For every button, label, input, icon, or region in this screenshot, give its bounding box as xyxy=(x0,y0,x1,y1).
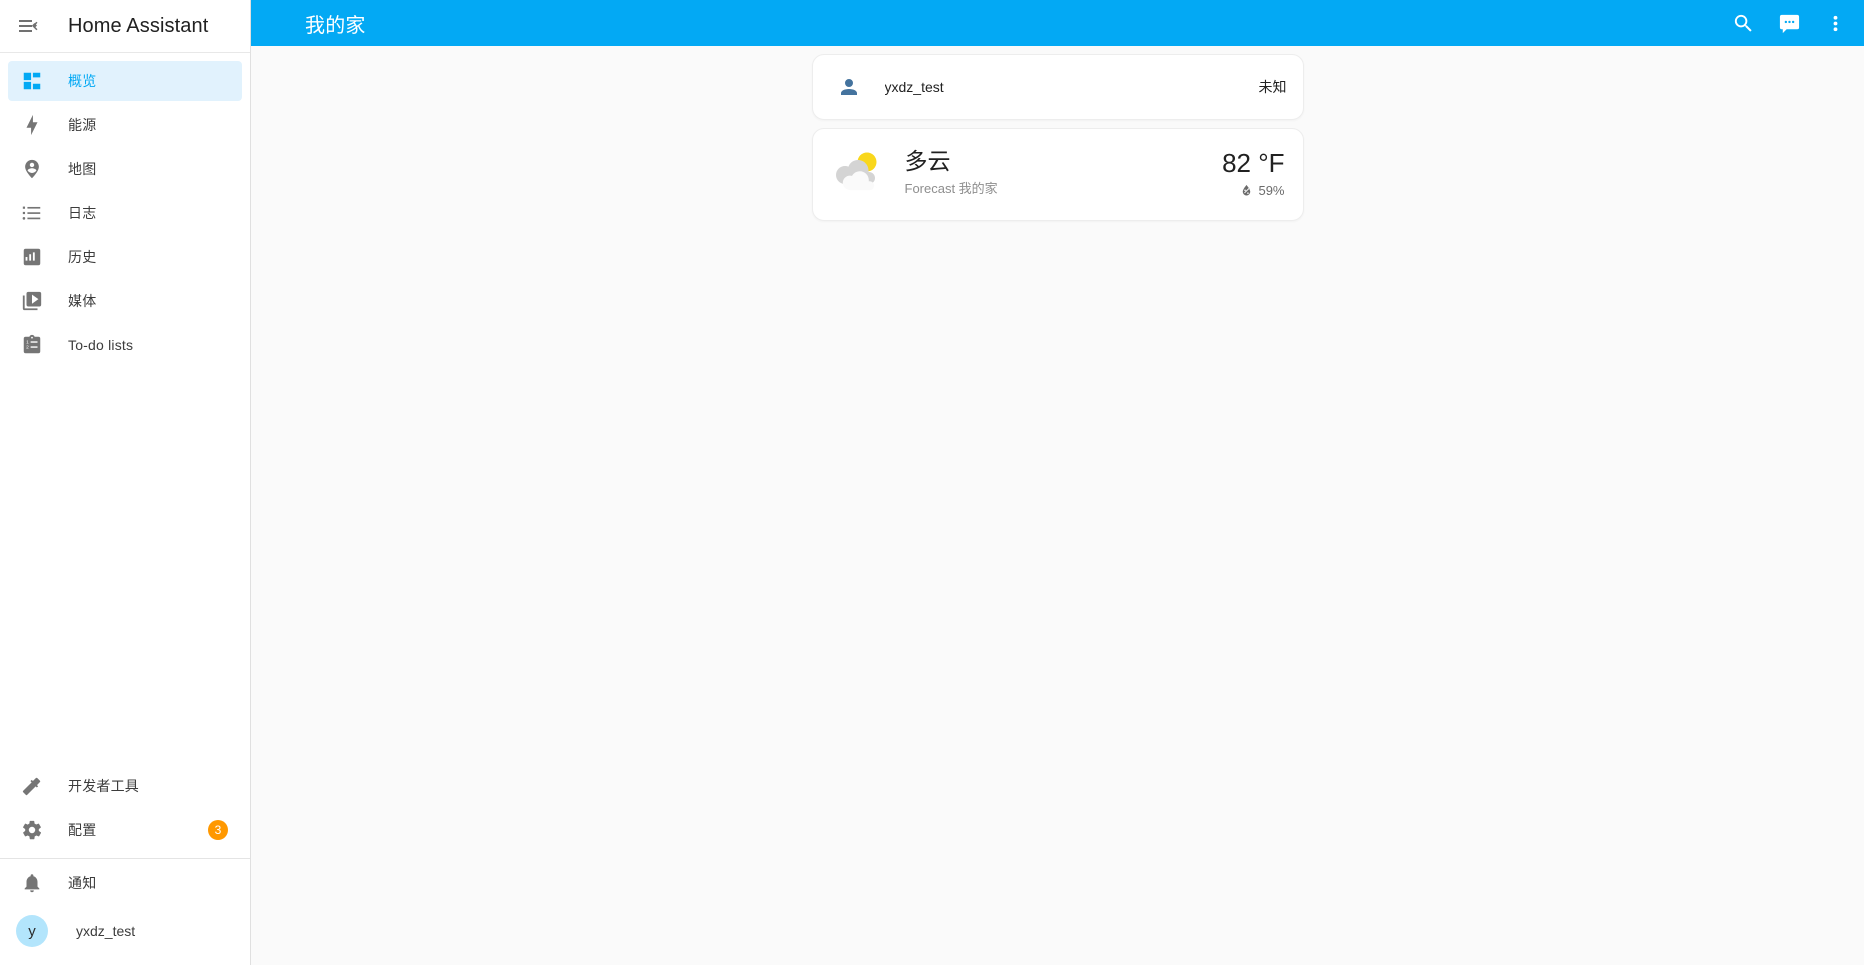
sidebar-title: Home Assistant xyxy=(68,14,209,37)
sidebar-item-label: 能源 xyxy=(68,117,97,133)
sidebar-divider xyxy=(0,858,250,859)
search-icon[interactable] xyxy=(1722,2,1764,44)
sidebar-item-notifications[interactable]: 通知 xyxy=(8,863,242,903)
sidebar-item-label: 概览 xyxy=(68,73,97,89)
svg-text:2: 2 xyxy=(26,345,29,351)
weather-condition: 多云 xyxy=(904,148,951,175)
sidebar-item-profile[interactable]: y yxdz_test xyxy=(8,907,242,955)
sidebar: Home Assistant 概览 能源 地图 日志 历史 媒体 1 2 To-… xyxy=(0,0,251,965)
menu-open-icon[interactable] xyxy=(6,4,50,48)
sidebar-item-todo-lists[interactable]: 1 2 To-do lists xyxy=(8,325,242,365)
bell-icon xyxy=(12,872,52,894)
play-box-multiple-icon xyxy=(12,290,52,312)
sidebar-item-settings[interactable]: 配置 3 xyxy=(8,810,242,850)
sidebar-nav-list: 概览 能源 地图 日志 历史 媒体 1 2 To-do lists xyxy=(0,53,250,369)
entity-name: yxdz_test xyxy=(884,79,944,95)
sidebar-item-map[interactable]: 地图 xyxy=(8,149,242,189)
sidebar-item-label: 日志 xyxy=(68,205,97,221)
clipboard-list-icon: 1 2 xyxy=(12,334,52,356)
entity-state[interactable]: 未知 xyxy=(1259,77,1287,97)
person-entities-card: yxdz_test 未知 xyxy=(811,54,1304,120)
sidebar-item-developer-tools[interactable]: 开发者工具 xyxy=(8,766,242,806)
water-percent-icon xyxy=(1239,183,1254,198)
sidebar-item-label: 历史 xyxy=(68,249,97,265)
card-column: yxdz_test 未知 多云 Forecast 我的家 82 °F 59% xyxy=(811,54,1304,221)
sidebar-item-label: To-do lists xyxy=(68,337,134,353)
sidebar-item-overview[interactable]: 概览 xyxy=(8,61,242,101)
svg-text:1: 1 xyxy=(26,340,29,346)
weather-forecast-card[interactable]: 多云 Forecast 我的家 82 °F 59% xyxy=(811,128,1304,221)
assist-icon[interactable] xyxy=(1768,2,1810,44)
profile-label: yxdz_test xyxy=(76,923,136,939)
overflow-menu-icon[interactable] xyxy=(1814,2,1856,44)
account-icon xyxy=(829,67,869,107)
format-list-bulleted-icon xyxy=(12,202,52,224)
weather-values: 82 °F 59% xyxy=(1222,147,1284,198)
weather-temperature: 82 °F xyxy=(1222,148,1285,179)
sidebar-item-history[interactable]: 历史 xyxy=(8,237,242,277)
settings-badge: 3 xyxy=(208,820,228,840)
entity-row[interactable]: yxdz_test 未知 xyxy=(813,55,1303,119)
partly-cloudy-icon xyxy=(825,144,893,202)
cog-icon xyxy=(12,819,52,841)
view-dashboard-icon xyxy=(12,70,52,92)
sidebar-item-label: 通知 xyxy=(68,875,97,891)
hammer-icon xyxy=(12,775,52,797)
sidebar-item-media[interactable]: 媒体 xyxy=(8,281,242,321)
weather-text-block: 多云 Forecast 我的家 xyxy=(905,148,1223,196)
sidebar-item-energy[interactable]: 能源 xyxy=(8,105,242,145)
main-area: 我的家 yxdz_test 未知 多云 Forecast 我的家 82 °F 5… xyxy=(251,0,1864,965)
weather-subtitle: Forecast 我的家 xyxy=(904,180,998,196)
lovelace-view: yxdz_test 未知 多云 Forecast 我的家 82 °F 59% xyxy=(251,46,1864,965)
map-marker-account-icon xyxy=(12,158,52,180)
lightning-bolt-icon xyxy=(12,114,52,136)
sidebar-item-label: 配置 xyxy=(68,822,97,838)
sidebar-item-logbook[interactable]: 日志 xyxy=(8,193,242,233)
app-toolbar: 我的家 xyxy=(251,0,1864,46)
chart-box-icon xyxy=(12,246,52,268)
avatar: y xyxy=(16,915,48,947)
sidebar-item-label: 开发者工具 xyxy=(68,778,139,794)
sidebar-header: Home Assistant xyxy=(0,0,250,52)
sidebar-item-label: 地图 xyxy=(68,161,97,177)
app-root: Home Assistant 概览 能源 地图 日志 历史 媒体 1 2 To-… xyxy=(0,0,1864,965)
sidebar-bottom-section: 开发者工具 配置 3 通知 y yxdz_test xyxy=(0,762,250,965)
weather-humidity-value: 59% xyxy=(1258,182,1285,198)
page-title: 我的家 xyxy=(305,14,366,37)
sidebar-item-label: 媒体 xyxy=(68,293,97,309)
weather-humidity-block: 59% xyxy=(1222,182,1285,198)
